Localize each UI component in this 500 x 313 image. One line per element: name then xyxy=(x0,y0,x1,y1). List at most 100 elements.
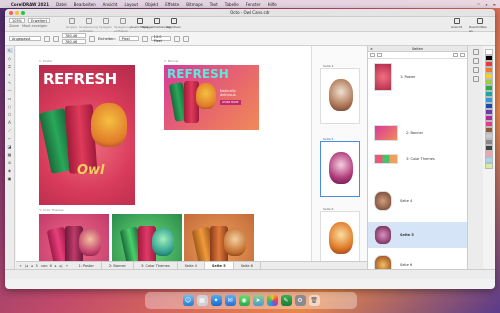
menubar-app-name[interactable]: CorelDRAW 2021 xyxy=(11,2,49,7)
dock-photos-icon[interactable] xyxy=(266,295,278,306)
freehand-tool-icon[interactable]: ∿ xyxy=(7,80,13,85)
smart-fill-icon[interactable]: ▣ xyxy=(7,176,13,181)
dock-coreldraw-icon[interactable]: ✎ xyxy=(280,295,292,306)
mirror-button[interactable]: Spiegeln xyxy=(97,18,114,33)
landscape-icon[interactable] xyxy=(53,35,59,42)
docker-row-seite-5[interactable]: Seite 5 xyxy=(368,222,468,248)
minimize-window-button[interactable] xyxy=(15,11,19,15)
next-page-icon[interactable]: ▸ xyxy=(55,264,57,268)
color-theme-pink[interactable] xyxy=(39,214,109,261)
zoom-window-button[interactable] xyxy=(21,11,25,15)
zoom-select[interactable]: 105% xyxy=(9,18,26,23)
connector-tool-icon[interactable]: ⌐ xyxy=(7,136,13,141)
menu-objekt[interactable]: Objekt xyxy=(145,2,158,7)
delete-page-icon[interactable] xyxy=(453,53,458,57)
unmirror-button[interactable]: Spiegelung aufheben xyxy=(114,18,131,33)
control-center-icon[interactable]: ≡ xyxy=(493,2,496,7)
first-page-icon[interactable]: |◂ xyxy=(25,264,28,268)
view-button[interactable]: Ansicht xyxy=(448,18,465,33)
docker-thumb-seite-4 xyxy=(374,191,392,211)
docker-thumb-poster xyxy=(374,63,392,91)
docker-row-poster[interactable]: 1: Poster xyxy=(368,60,468,94)
docker-menu-icon[interactable] xyxy=(460,53,465,57)
mode-select[interactable]: Erweitert xyxy=(28,18,50,23)
width-input[interactable]: 780.46 xyxy=(62,33,86,38)
transform-icon[interactable] xyxy=(472,76,479,82)
color-theme-green[interactable] xyxy=(112,214,182,261)
height-input[interactable]: 780.46 xyxy=(62,39,86,44)
group-button[interactable]: Gruppe xyxy=(63,18,80,33)
arrange-button[interactable]: Anordnen xyxy=(165,18,182,33)
properties-icon[interactable] xyxy=(472,49,479,55)
last-page-icon[interactable]: ▸| xyxy=(60,264,63,268)
crop-tool-icon[interactable]: ⌗ xyxy=(7,64,13,69)
bleed-icon[interactable] xyxy=(182,35,189,42)
canvas-page-6[interactable]: Seite 6 xyxy=(320,207,360,267)
transparency-tool-icon[interactable]: ▦ xyxy=(7,152,13,157)
crop-to-button[interactable]: Zuschnitten an xyxy=(469,18,491,33)
page-view-icon[interactable] xyxy=(377,53,382,57)
mirror-mark-button[interactable]: Spiegelmarkierung xyxy=(142,18,171,33)
dock-settings-icon[interactable]: ⚙ xyxy=(294,295,306,306)
docker-row-color-themes[interactable]: 3: Color Themes xyxy=(368,146,468,172)
pages-icon[interactable] xyxy=(472,67,479,73)
menu-bearbeiten[interactable]: Bearbeiten xyxy=(74,2,96,7)
add-page-after-icon[interactable]: + xyxy=(66,264,69,268)
page-counter[interactable]: 5 xyxy=(36,264,38,268)
docker-row-banner[interactable]: 2: Banner xyxy=(368,120,468,146)
interactive-fill-icon[interactable]: ◈ xyxy=(7,168,13,173)
menu-ansicht[interactable]: Ansicht xyxy=(103,2,118,7)
color-theme-orange[interactable] xyxy=(184,214,254,261)
menu-bitmaps[interactable]: Bitmaps xyxy=(186,2,202,7)
objects-icon[interactable] xyxy=(472,58,479,64)
palette-swatch[interactable] xyxy=(485,163,493,169)
canvas-page-4[interactable]: Seite 4 xyxy=(320,64,360,124)
portrait-icon[interactable] xyxy=(44,35,50,42)
dock-trash-icon[interactable]: 🗑 xyxy=(308,295,320,306)
nudge-input[interactable]: 10.0 Pixel xyxy=(150,35,171,43)
menu-datei[interactable]: Datei xyxy=(56,2,67,7)
text-tool-icon[interactable]: A xyxy=(7,120,13,125)
menu-fenster[interactable]: Fenster xyxy=(246,2,261,7)
dock-launchpad-icon[interactable]: ▦ xyxy=(196,295,208,306)
menu-tabelle[interactable]: Tabelle xyxy=(225,2,239,7)
drawing-canvas[interactable]: 1: Poster 2: Banner 3: Color Themes REFR… xyxy=(16,46,311,261)
banner-artboard[interactable]: REFRESH Naturally delicious. LEARN MORE xyxy=(164,65,259,130)
canvas-page-5[interactable]: Seite 5 xyxy=(320,137,360,197)
banner-title: REFRESH xyxy=(167,67,229,81)
polygon-tool-icon[interactable]: ⬠ xyxy=(7,112,13,117)
poster-title: REFRESH xyxy=(43,70,117,88)
rectangle-tool-icon[interactable]: ▭ xyxy=(7,96,13,101)
dock-mail-icon[interactable]: ✉ xyxy=(224,295,236,306)
zoom-tool-icon[interactable]: ⌕ xyxy=(7,72,13,77)
shadow-tool-icon[interactable]: ◪ xyxy=(7,144,13,149)
dock-safari-icon[interactable]: ✦ xyxy=(210,295,222,306)
ellipse-tool-icon[interactable]: ○ xyxy=(7,104,13,109)
ungroup-button[interactable]: Gruppierung aufheben xyxy=(79,18,98,33)
page-options-icon[interactable] xyxy=(173,35,180,42)
close-window-button[interactable] xyxy=(9,11,13,15)
prev-page-icon[interactable]: ◂ xyxy=(31,264,33,268)
search-icon[interactable]: ⌕ xyxy=(485,2,487,7)
parallel-dimension-icon[interactable]: ⟋ xyxy=(7,128,13,133)
menu-layout[interactable]: Layout xyxy=(124,2,138,7)
dock-messages-icon[interactable]: ◉ xyxy=(238,295,250,306)
preset-select[interactable]: Angepasst xyxy=(9,36,41,41)
wifi-icon[interactable]: ◠ xyxy=(477,2,481,7)
pick-tool-icon[interactable]: ↖ xyxy=(6,48,13,53)
dock-finder-icon[interactable]: ☺ xyxy=(182,295,194,306)
dock-maps-icon[interactable]: ➤ xyxy=(252,295,264,306)
menu-effekte[interactable]: Effekte xyxy=(165,2,179,7)
artistic-media-icon[interactable]: 〰 xyxy=(7,88,13,93)
eyedropper-tool-icon[interactable]: ⊘ xyxy=(7,160,13,165)
add-page-before-icon[interactable]: + xyxy=(19,264,22,268)
poster-artboard[interactable]: REFRESH Owl xyxy=(39,65,135,205)
menu-text[interactable]: Text xyxy=(210,2,218,7)
add-page-icon[interactable] xyxy=(370,53,375,57)
units-select[interactable]: Pixel xyxy=(118,36,139,41)
shape-tool-icon[interactable]: ◇ xyxy=(7,56,13,61)
docker-row-seite-4[interactable]: Seite 4 xyxy=(368,188,468,214)
lock-ratio-icon[interactable] xyxy=(89,35,95,42)
close-icon[interactable]: × xyxy=(370,47,373,51)
menu-hilfe[interactable]: Hilfe xyxy=(268,2,277,7)
